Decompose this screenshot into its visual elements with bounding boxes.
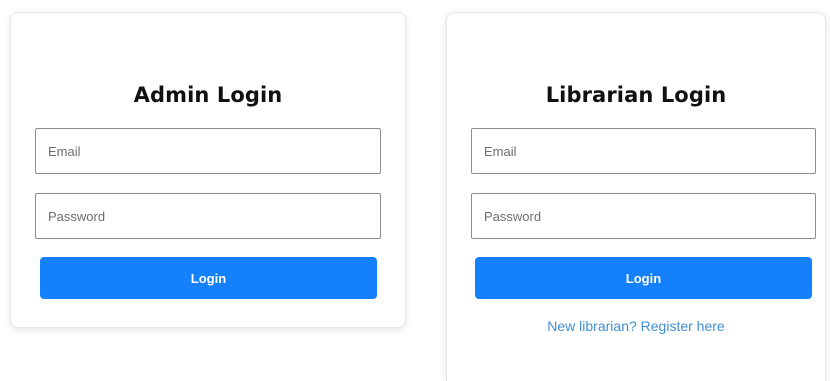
librarian-email-input[interactable] xyxy=(471,128,816,174)
librarian-login-button[interactable]: Login xyxy=(475,257,812,299)
admin-login-button[interactable]: Login xyxy=(40,257,377,299)
librarian-password-input[interactable] xyxy=(471,193,816,239)
admin-password-input[interactable] xyxy=(35,193,381,239)
register-librarian-link[interactable]: New librarian? Register here xyxy=(447,318,825,334)
admin-login-title: Admin Login xyxy=(133,83,283,107)
librarian-login-card: Librarian Login Login New librarian? Reg… xyxy=(446,12,826,381)
librarian-login-title: Librarian Login xyxy=(545,83,727,107)
admin-login-card: Admin Login Login xyxy=(10,12,406,328)
admin-email-input[interactable] xyxy=(35,128,381,174)
